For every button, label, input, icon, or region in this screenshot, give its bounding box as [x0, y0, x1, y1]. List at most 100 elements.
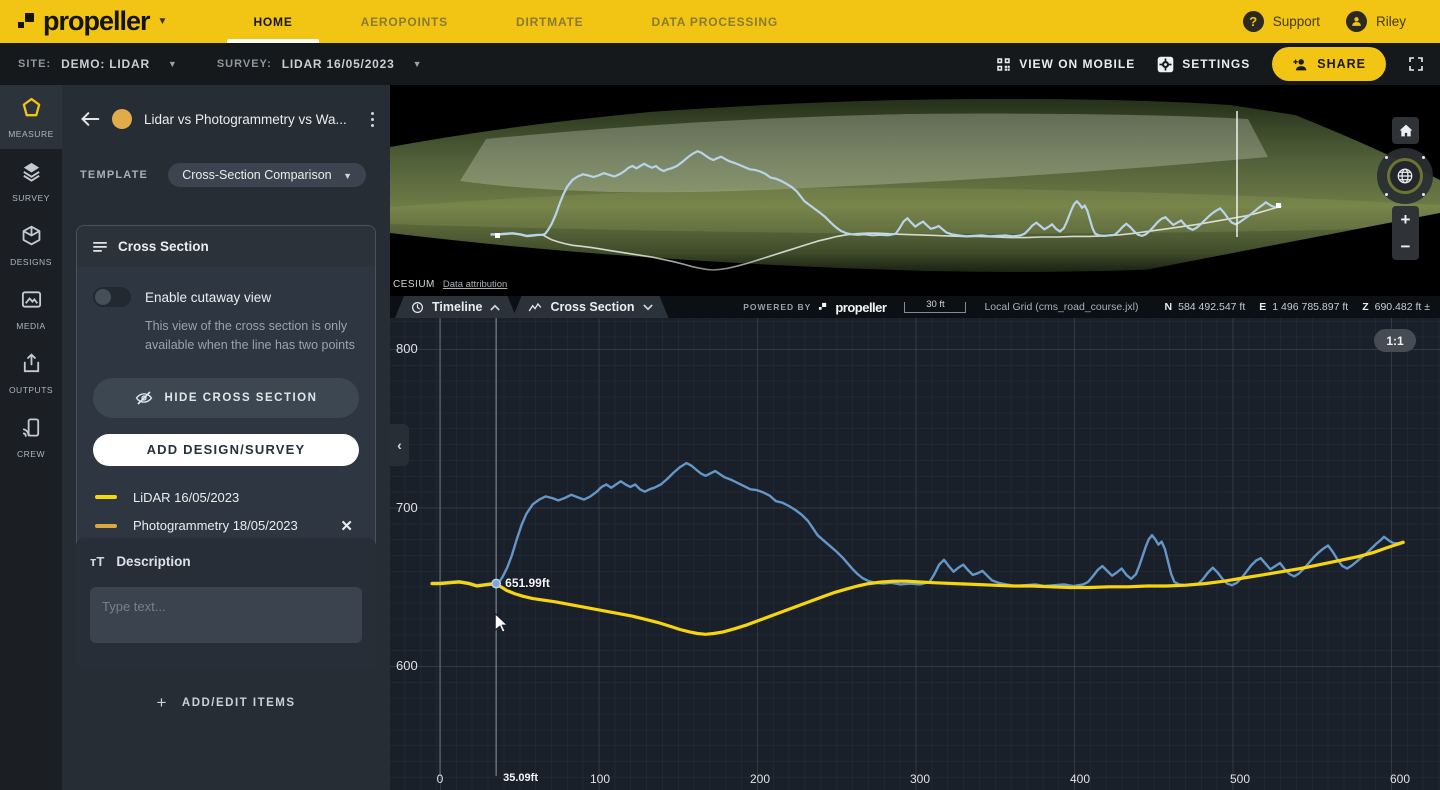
- cross-section-card-header[interactable]: Cross Section: [77, 226, 375, 267]
- user-menu[interactable]: Riley: [1346, 11, 1406, 32]
- powered-brand: propeller: [835, 300, 886, 315]
- topnav-right: ? Support Riley: [1243, 11, 1406, 32]
- collapse-panel-button[interactable]: ‹: [390, 424, 409, 466]
- view-on-mobile-button[interactable]: VIEW ON MOBILE: [996, 57, 1135, 72]
- map-attribution: CESIUM Data attribution: [393, 279, 507, 290]
- add-design-survey-button[interactable]: ADD DESIGN/SURVEY: [93, 434, 359, 466]
- cross-section-tab-label: Cross Section: [550, 300, 634, 314]
- top-navigation-bar: propeller ▼ HOMEAEROPOINTSDIRTMATEDATA P…: [0, 0, 1440, 43]
- 3d-map-viewport[interactable]: CESIUM Data attribution + −: [390, 85, 1440, 296]
- propeller-logo[interactable]: propeller ▼: [16, 6, 167, 37]
- remove-layer-icon[interactable]: ✕: [336, 517, 357, 535]
- media-image-icon: [20, 288, 43, 316]
- layer-row: Photogrammetry 18/05/2023✕: [93, 511, 359, 541]
- x-tick-500: 500: [1230, 772, 1250, 786]
- template-row: TEMPLATE Cross-Section Comparison ▼: [62, 129, 390, 187]
- template-dropdown[interactable]: Cross-Section Comparison ▼: [168, 163, 366, 187]
- cutaway-toggle-label: Enable cutaway view: [145, 290, 271, 305]
- primary-nav-tabs: HOMEAEROPOINTSDIRTMATEDATA PROCESSING: [219, 0, 812, 43]
- sidebar-item-media[interactable]: MEDIA: [0, 277, 62, 341]
- y-tick-600: 600: [396, 658, 418, 673]
- sidebar-item-measure[interactable]: MEASURE: [0, 85, 62, 149]
- sidebar-item-survey[interactable]: SURVEY: [0, 149, 62, 213]
- mouse-cursor: [495, 614, 507, 633]
- zoom-control: + −: [1392, 206, 1419, 260]
- back-arrow-icon[interactable]: [80, 111, 100, 127]
- cross-section-tab[interactable]: Cross Section: [512, 296, 668, 318]
- nav-tab-dirtmate[interactable]: DIRTMATE: [482, 0, 618, 43]
- description-header: ᴛT Description: [90, 554, 362, 569]
- outputs-export-icon: [20, 352, 43, 380]
- propeller-app: propeller ▼ HOMEAEROPOINTSDIRTMATEDATA P…: [0, 0, 1440, 790]
- site-value: DEMO: LIDAR: [61, 57, 150, 71]
- site-caret-icon: ▼: [168, 59, 177, 69]
- zoom-out-button[interactable]: −: [1392, 233, 1419, 260]
- powered-by-label: POWERED BY: [743, 302, 811, 312]
- rail-label: DESIGNS: [10, 257, 52, 267]
- x-tick-200: 200: [750, 772, 770, 786]
- site-selector[interactable]: SITE: DEMO: LIDAR ▼: [18, 57, 177, 71]
- layers-survey-icon: [20, 160, 43, 188]
- sidebar-item-designs[interactable]: DESIGNS: [0, 213, 62, 277]
- sidebar-item-outputs[interactable]: OUTPUTS: [0, 341, 62, 405]
- cross-section-card: Cross Section Enable cutaway view This v…: [76, 225, 376, 566]
- measurement-title: Lidar vs Photogrammetry vs Wa...: [144, 112, 359, 127]
- rail-label: SURVEY: [12, 193, 50, 203]
- add-edit-items-button[interactable]: + ADD/EDIT ITEMS: [62, 693, 390, 713]
- compass-control[interactable]: [1377, 148, 1433, 204]
- measure-panel: Lidar vs Photogrammetry vs Wa... TEMPLAT…: [62, 85, 390, 790]
- hover-elevation-label: 651.99ft: [505, 576, 550, 590]
- layer-color-dash: [95, 524, 117, 528]
- measurement-color-badge[interactable]: [112, 109, 132, 129]
- logo-dropdown-caret-icon[interactable]: ▼: [158, 16, 168, 27]
- timeline-tab-label: Timeline: [432, 300, 482, 314]
- survey-caret-icon: ▼: [413, 59, 422, 69]
- fullscreen-icon[interactable]: [1408, 56, 1424, 72]
- survey-label: SURVEY:: [217, 58, 272, 70]
- y-tick-700: 700: [396, 500, 418, 515]
- template-value: Cross-Section Comparison: [182, 168, 331, 182]
- chevron-down-icon: [643, 304, 653, 311]
- support-label: Support: [1273, 14, 1320, 29]
- nav-tab-home[interactable]: HOME: [219, 0, 326, 43]
- cursor-coordinates: N584 492.547 ftE1 496 785.897 ftZ690.482…: [1157, 301, 1430, 313]
- cesium-brand: CESIUM: [393, 279, 435, 290]
- description-input[interactable]: [90, 587, 362, 643]
- survey-selector[interactable]: SURVEY: LIDAR 16/05/2023 ▼: [217, 57, 422, 71]
- hide-cross-section-button[interactable]: HIDE CROSS SECTION: [93, 378, 359, 418]
- share-button[interactable]: SHARE: [1272, 47, 1386, 81]
- zoom-in-button[interactable]: +: [1392, 206, 1419, 233]
- x-tick-0: 0: [437, 772, 444, 786]
- survey-value: LIDAR 16/05/2023: [282, 57, 395, 71]
- layer-row: LiDAR 16/05/2023: [93, 484, 359, 511]
- y-tick-800: 800: [396, 341, 418, 356]
- photogrammetry-line: [432, 463, 1403, 586]
- add-person-icon: [1292, 57, 1309, 72]
- x-tick-400: 400: [1070, 772, 1090, 786]
- user-avatar-icon: [1346, 11, 1367, 32]
- chart-plot: [390, 318, 1440, 790]
- add-edit-items-label: ADD/EDIT ITEMS: [182, 697, 296, 709]
- nav-tab-aeropoints[interactable]: AEROPOINTS: [327, 0, 482, 43]
- sidebar-item-crew[interactable]: CREW: [0, 405, 62, 469]
- layer-color-dash: [95, 495, 117, 499]
- site-label: SITE:: [18, 58, 51, 70]
- cutaway-toggle-row: Enable cutaway view: [93, 287, 359, 307]
- left-icon-rail: MEASURE SURVEY DESIGNS MEDIAOUTPUTSCREW: [0, 85, 62, 790]
- cutaway-toggle[interactable]: [93, 287, 131, 307]
- support-button[interactable]: ? Support: [1243, 11, 1320, 32]
- toolbar-right: VIEW ON MOBILE SETTINGS SHARE: [996, 47, 1424, 81]
- home-view-button[interactable]: [1392, 117, 1419, 144]
- coordinate-z: Z690.482 ft ±: [1362, 301, 1430, 313]
- layer-label: LiDAR 16/05/2023: [133, 490, 357, 505]
- more-options-icon[interactable]: [371, 112, 374, 127]
- cross-section-card-body: Enable cutaway view This view of the cro…: [77, 267, 375, 565]
- data-attribution-link[interactable]: Data attribution: [443, 279, 507, 290]
- timeline-tab[interactable]: Timeline: [395, 296, 516, 318]
- cube-designs-icon: [20, 224, 43, 252]
- cross-section-chart[interactable]: 800700600 0100200300400500600 35.09ft 65…: [390, 318, 1440, 790]
- settings-button[interactable]: SETTINGS: [1157, 56, 1250, 73]
- layer-legend-list: LiDAR 16/05/2023 Photogrammetry 18/05/202…: [93, 484, 359, 541]
- grid-system-label: Local Grid (cms_road_course.jxl): [984, 301, 1138, 313]
- nav-tab-data-processing[interactable]: DATA PROCESSING: [618, 0, 812, 43]
